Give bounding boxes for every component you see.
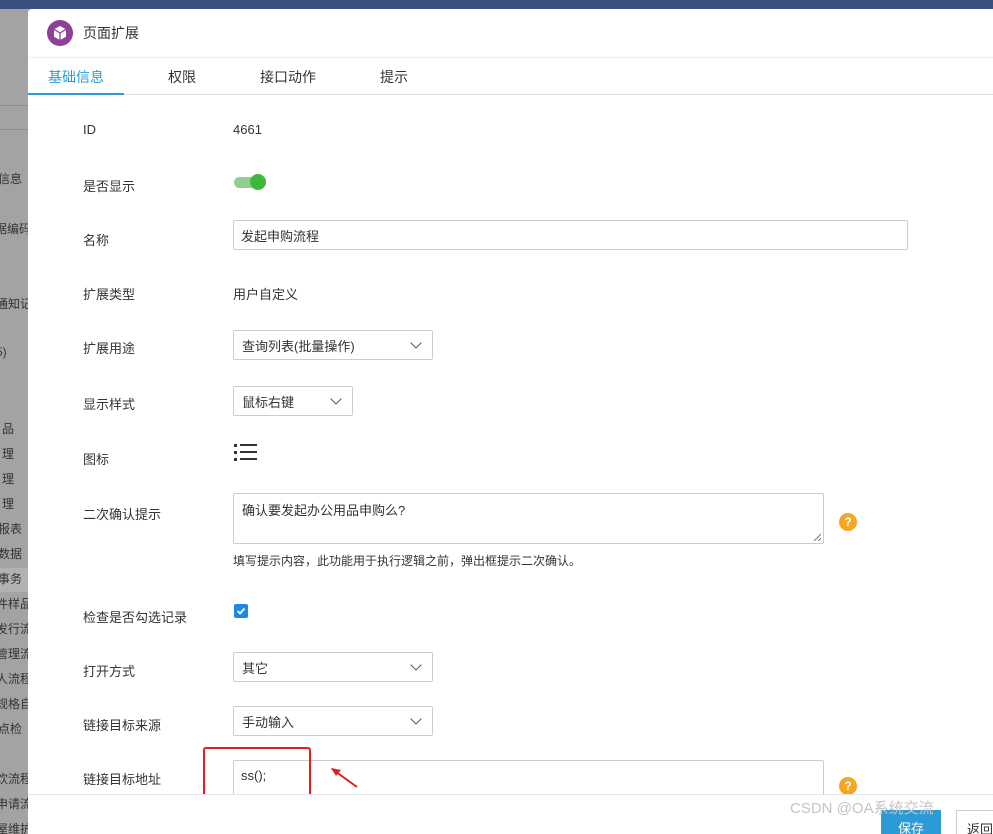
display-style-value: 鼠标右键: [242, 394, 295, 410]
sidebar-item[interactable]: 理: [2, 445, 28, 462]
sidebar-item[interactable]: 通知记: [0, 295, 28, 312]
tab-basic-info[interactable]: 基础信息: [28, 58, 124, 95]
confirm-prompt-value: 确认要发起办公用品申购么?: [242, 503, 406, 518]
help-icon[interactable]: ?: [839, 513, 857, 531]
id-value: 4661: [233, 122, 262, 137]
tab-permissions[interactable]: 权限: [124, 58, 240, 95]
link-source-select[interactable]: 手动输入: [233, 706, 433, 736]
sidebar-item[interactable]: 申请流: [0, 795, 28, 812]
sidebar-item[interactable]: 报表: [0, 520, 28, 537]
background-topbar: [0, 0, 993, 9]
tab-interface-actions[interactable]: 接口动作: [240, 58, 336, 95]
list-icon-dot: [234, 451, 237, 454]
list-icon[interactable]: [234, 444, 258, 464]
check-selection-label: 检查是否勾选记录: [83, 610, 188, 625]
open-mode-label: 打开方式: [83, 664, 136, 679]
page-extension-dialog: 页面扩展 基础信息 权限 接口动作 提示 ID 4661 是否显示 名称 发起申…: [28, 9, 993, 834]
list-icon-dot: [234, 458, 237, 461]
list-icon-line: [240, 444, 257, 446]
extension-type-value: 用户自定义: [233, 287, 299, 302]
sidebar-item[interactable]: 屋维护: [0, 820, 28, 834]
confirm-prompt-textarea[interactable]: 确认要发起办公用品申购么?: [233, 493, 824, 544]
dialog-header: 页面扩展: [28, 9, 993, 58]
name-label: 名称: [83, 233, 110, 248]
extension-type-label: 扩展类型: [83, 287, 136, 302]
chevron-down-icon: [410, 712, 422, 725]
extension-purpose-label: 扩展用途: [83, 341, 136, 356]
tab-tips[interactable]: 提示: [336, 58, 452, 95]
sidebar-item[interactable]: 发行流: [0, 620, 28, 637]
sidebar-item[interactable]: 件样品: [0, 595, 28, 612]
checkmark-icon: [236, 607, 246, 615]
cube-logo-icon: [47, 20, 73, 46]
back-button[interactable]: 返回: [956, 810, 993, 834]
id-label: ID: [83, 122, 96, 137]
tab-bar: 基础信息 权限 接口动作 提示: [28, 58, 993, 95]
sidebar-item[interactable]: 理: [2, 470, 28, 487]
link-source-value: 手动输入: [242, 714, 295, 730]
watermark: CSDN @OA系统交流: [790, 800, 934, 817]
basic-info-form: ID 4661 是否显示 名称 发起申购流程 扩展类型 用户自定义 扩展用途 查…: [28, 95, 993, 808]
sidebar-item[interactable]: 人流程: [0, 670, 28, 687]
sidebar-item[interactable]: 信息: [0, 170, 28, 187]
sidebar-item[interactable]: 规格自: [0, 695, 28, 712]
icon-label: 图标: [83, 452, 110, 467]
visible-toggle[interactable]: [234, 174, 266, 190]
sidebar-item[interactable]: 数据: [0, 545, 28, 562]
check-selection-checkbox[interactable]: [234, 604, 248, 618]
sidebar-item[interactable]: 理: [2, 495, 28, 512]
sidebar-item[interactable]: 5): [0, 345, 28, 359]
sidebar-item[interactable]: 品: [2, 420, 28, 437]
name-input[interactable]: 发起申购流程: [233, 220, 908, 250]
open-mode-select[interactable]: 其它: [233, 652, 433, 682]
list-icon-line: [240, 458, 257, 460]
help-icon[interactable]: ?: [839, 777, 857, 795]
sidebar-divider: [0, 105, 28, 106]
sidebar-item[interactable]: 管理流: [0, 645, 28, 662]
sidebar-divider: [0, 129, 28, 130]
extension-purpose-select[interactable]: 查询列表(批量操作): [233, 330, 433, 360]
link-source-label: 链接目标来源: [83, 718, 162, 733]
confirm-prompt-hint: 填写提示内容，此功能用于执行逻辑之前，弹出框提示二次确认。: [233, 554, 582, 568]
chevron-down-icon: [330, 392, 342, 405]
resize-grip-icon[interactable]: [813, 533, 821, 541]
background-sidebar: 信息 据编码 通知记 5) 品 理 理 理 报表 数据 事务 件样品 发行流 管…: [0, 9, 28, 834]
confirm-prompt-label: 二次确认提示: [83, 507, 162, 522]
dialog-title: 页面扩展: [83, 25, 139, 41]
display-style-select[interactable]: 鼠标右键: [233, 386, 353, 416]
display-style-label: 显示样式: [83, 397, 136, 412]
extension-purpose-value: 查询列表(批量操作): [242, 338, 355, 354]
toggle-knob: [250, 174, 266, 190]
sidebar-item[interactable]: 事务: [0, 570, 28, 587]
annotation-arrow-icon: [331, 768, 358, 788]
list-icon-line: [240, 451, 257, 453]
visible-label: 是否显示: [83, 179, 136, 194]
annotation-highlight-box: [203, 747, 311, 799]
chevron-down-icon: [410, 658, 422, 671]
chevron-down-icon: [410, 336, 422, 349]
open-mode-value: 其它: [242, 660, 269, 676]
link-address-label: 链接目标地址: [83, 772, 162, 787]
sidebar-item[interactable]: 据编码: [0, 220, 28, 237]
list-icon-dot: [234, 444, 237, 447]
sidebar-item[interactable]: 饮流程: [0, 770, 28, 787]
sidebar-item[interactable]: 点检: [0, 720, 28, 737]
